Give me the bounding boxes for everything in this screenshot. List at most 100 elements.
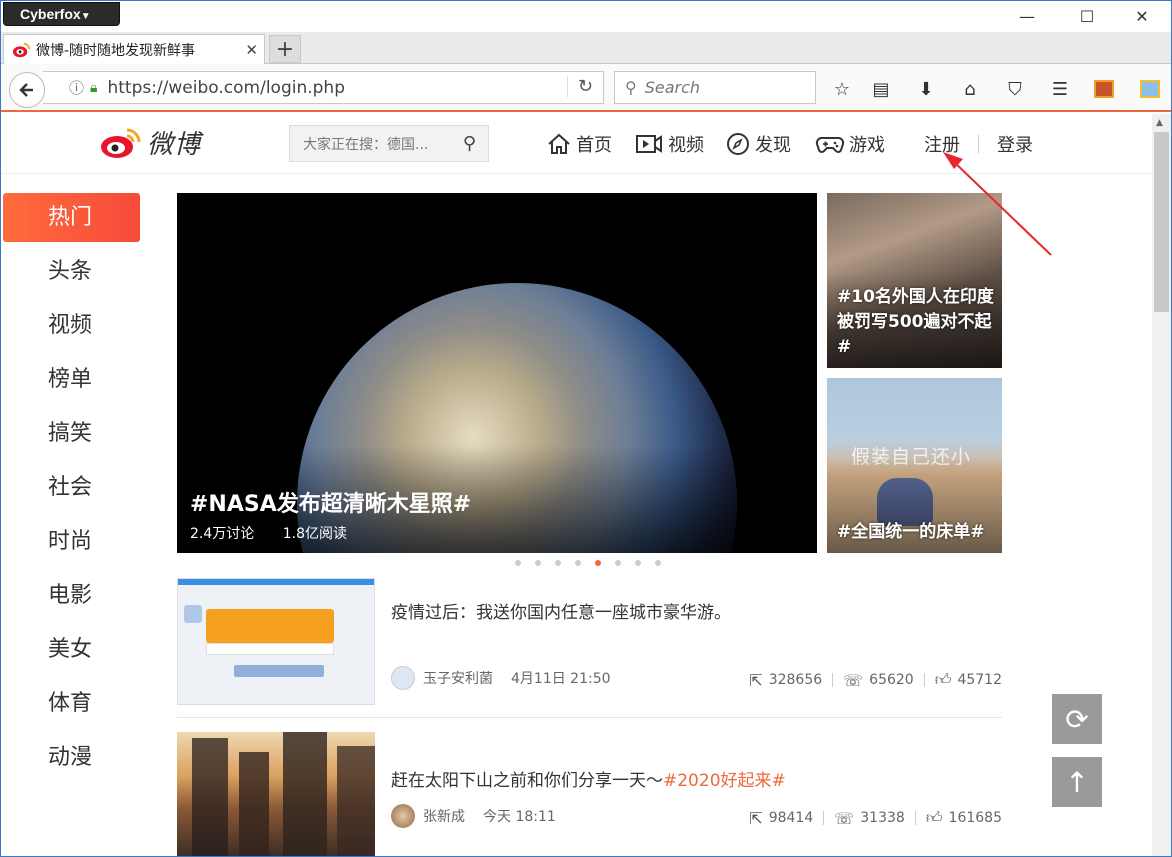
minimize-button[interactable]: — <box>1004 1 1050 32</box>
hero-side-card[interactable]: 假装自己还小 #全国统一的床单# <box>827 378 1002 553</box>
sidebar-item-label: 视频 <box>48 313 93 338</box>
addon-extension-icon[interactable] <box>1137 76 1163 102</box>
carousel-dot[interactable] <box>515 560 521 566</box>
title-bar: Cyberfox▼ — ☐ ✕ <box>1 1 1171 32</box>
page-scrollbar[interactable]: ▲ <box>1152 114 1171 856</box>
back-button[interactable] <box>9 72 45 108</box>
feed-author[interactable]: 张新成 <box>423 806 465 826</box>
like-count: 161685 <box>948 810 1002 826</box>
feed-author[interactable]: 玉子安利菌 <box>423 668 493 688</box>
carousel-dot[interactable] <box>535 560 541 566</box>
sidebar-item-sports[interactable]: 体育 <box>1 679 141 733</box>
menu-icon[interactable]: ☰ <box>1047 76 1073 102</box>
browser-search-input[interactable]: ⚲ Search <box>614 71 816 104</box>
nav-video[interactable]: 视频 <box>635 131 704 157</box>
feed-text[interactable]: 疫情过后：我送你国内任意一座城市豪华游。 <box>391 598 731 623</box>
weibo-logo[interactable]: 微博 <box>99 124 201 161</box>
home-icon[interactable]: ⌂ <box>957 76 983 102</box>
carousel-dots <box>515 560 675 566</box>
nav-discover[interactable]: 发现 <box>726 131 791 157</box>
download-icon[interactable]: ⬇ <box>913 76 939 102</box>
site-search-input[interactable]: 大家正在搜：德国... ⚲ <box>289 125 489 162</box>
reload-icon[interactable]: ↻ <box>566 76 593 97</box>
sidebar-item-society[interactable]: 社会 <box>1 463 141 517</box>
addon-icon[interactable] <box>1091 76 1117 102</box>
comment-button[interactable]: ☏ 65620 <box>843 671 914 690</box>
hero-reads: 1.8亿阅读 <box>282 526 347 542</box>
browser-tab[interactable]: 微博-随时随地发现新鲜事 ✕ <box>3 34 265 65</box>
sidebar-item-headlines[interactable]: 头条 <box>1 247 141 301</box>
comment-icon: ☏ <box>834 808 855 828</box>
carousel-dot[interactable] <box>555 560 561 566</box>
comment-count: 65620 <box>869 672 914 688</box>
arrow-up-icon: ↑ <box>1065 765 1089 799</box>
repost-button[interactable]: ⇱ 98414 <box>749 809 813 828</box>
sidebar-item-hot[interactable]: 热门 <box>3 193 140 242</box>
avatar[interactable] <box>391 666 415 690</box>
scroll-up-icon[interactable]: ▲ <box>1156 118 1163 128</box>
hero-side-card[interactable]: #10名外国人在印度被罚写500遍对不起# <box>827 193 1002 368</box>
url-text[interactable]: https://weibo.com/login.php <box>107 78 345 98</box>
register-link[interactable]: 注册 <box>924 131 960 157</box>
close-window-button[interactable]: ✕ <box>1119 1 1165 32</box>
like-button[interactable]: 👍︎ 161685 <box>926 808 1002 828</box>
feed-thumbnail[interactable] <box>177 732 375 856</box>
tab-strip: 微博-随时随地发现新鲜事 ✕ + <box>1 32 1171 65</box>
reading-list-icon[interactable]: ▤ <box>868 76 894 102</box>
carousel-dot-active[interactable] <box>595 560 601 566</box>
tab-close-icon[interactable]: ✕ <box>245 41 258 59</box>
sidebar-item-fashion[interactable]: 时尚 <box>1 517 141 571</box>
lock-icon[interactable]: 🔒︎ <box>90 80 97 96</box>
like-count: 45712 <box>957 672 1002 688</box>
side-card-title: #10名外国人在印度被罚写500遍对不起# <box>837 287 994 357</box>
nav-divider <box>978 135 979 153</box>
minimize-icon: — <box>1019 7 1035 26</box>
category-sidebar: 热门 头条 视频 榜单 搞笑 社会 时尚 电影 美女 体育 动漫 <box>1 193 141 787</box>
sidebar-item-rankings[interactable]: 榜单 <box>1 355 141 409</box>
sidebar-item-funny[interactable]: 搞笑 <box>1 409 141 463</box>
info-icon[interactable]: ⓘ <box>69 77 84 98</box>
login-label: 登录 <box>997 135 1033 156</box>
hero-banner[interactable]: #NASA发布超清晰木星照# 2.4万讨论 1.8亿阅读 <box>177 193 817 553</box>
avatar[interactable] <box>391 804 415 828</box>
sidebar-item-movies[interactable]: 电影 <box>1 571 141 625</box>
feed-item[interactable]: 赶在太阳下山之前和你们分享一天～#2020好起来# 张新成 今天 18:11 ⇱… <box>177 732 1002 856</box>
repost-button[interactable]: ⇱ 328656 <box>749 671 822 690</box>
carousel-dot[interactable] <box>615 560 621 566</box>
feed-thumbnail[interactable] <box>177 578 375 705</box>
url-bar[interactable]: ⓘ 🔒︎ https://weibo.com/login.php ↻ <box>43 71 604 104</box>
scrollbar-thumb[interactable] <box>1154 132 1169 312</box>
nav-home[interactable]: 首页 <box>547 131 612 157</box>
back-to-top-button[interactable]: ↑ <box>1052 757 1102 807</box>
sidebar-item-beauty[interactable]: 美女 <box>1 625 141 679</box>
navigation-bar: ⓘ 🔒︎ https://weibo.com/login.php ↻ ⚲ Sea… <box>1 64 1171 112</box>
feed-item[interactable]: 疫情过后：我送你国内任意一座城市豪华游。 玉子安利菌 4月11日 21:50 ⇱… <box>177 578 1002 718</box>
feed-text[interactable]: 赶在太阳下山之前和你们分享一天～#2020好起来# <box>391 766 786 791</box>
sidebar-item-video[interactable]: 视频 <box>1 301 141 355</box>
like-button[interactable]: 👍︎ 45712 <box>935 670 1002 690</box>
browser-search-placeholder: Search <box>644 78 701 97</box>
sidebar-item-label: 电影 <box>48 583 93 608</box>
pocket-icon[interactable]: ⛉ <box>1002 76 1028 102</box>
nav-games[interactable]: 游戏 <box>815 131 885 157</box>
app-menu-button[interactable]: Cyberfox▼ <box>3 2 120 26</box>
side-card-title: #全国统一的床单# <box>837 522 985 542</box>
weibo-header: 微博 大家正在搜：德国... ⚲ 首页 视频 发现 游戏 注册 登录 <box>1 114 1153 174</box>
feed-meta: 玉子安利菌 4月11日 21:50 <box>391 666 611 690</box>
home-icon <box>548 133 570 154</box>
hero-title[interactable]: #NASA发布超清晰木星照# <box>190 486 471 518</box>
refresh-button[interactable]: ⟳ <box>1052 694 1102 744</box>
comment-button[interactable]: ☏ 31338 <box>834 809 905 828</box>
feed-time: 4月11日 21:50 <box>511 671 611 687</box>
sidebar-item-anime[interactable]: 动漫 <box>1 733 141 787</box>
feed-hashtag[interactable]: #2020好起来# <box>663 771 786 791</box>
carousel-dot[interactable] <box>655 560 661 566</box>
maximize-button[interactable]: ☐ <box>1064 1 1110 32</box>
carousel-dot[interactable] <box>635 560 641 566</box>
new-tab-button[interactable]: + <box>269 35 301 63</box>
bookmark-star-icon[interactable]: ☆ <box>829 76 855 102</box>
search-icon[interactable]: ⚲ <box>463 133 476 154</box>
login-link[interactable]: 登录 <box>997 131 1033 157</box>
feed-stats: ⇱ 328656 ☏ 65620 👍︎ 45712 <box>749 670 1002 690</box>
carousel-dot[interactable] <box>575 560 581 566</box>
